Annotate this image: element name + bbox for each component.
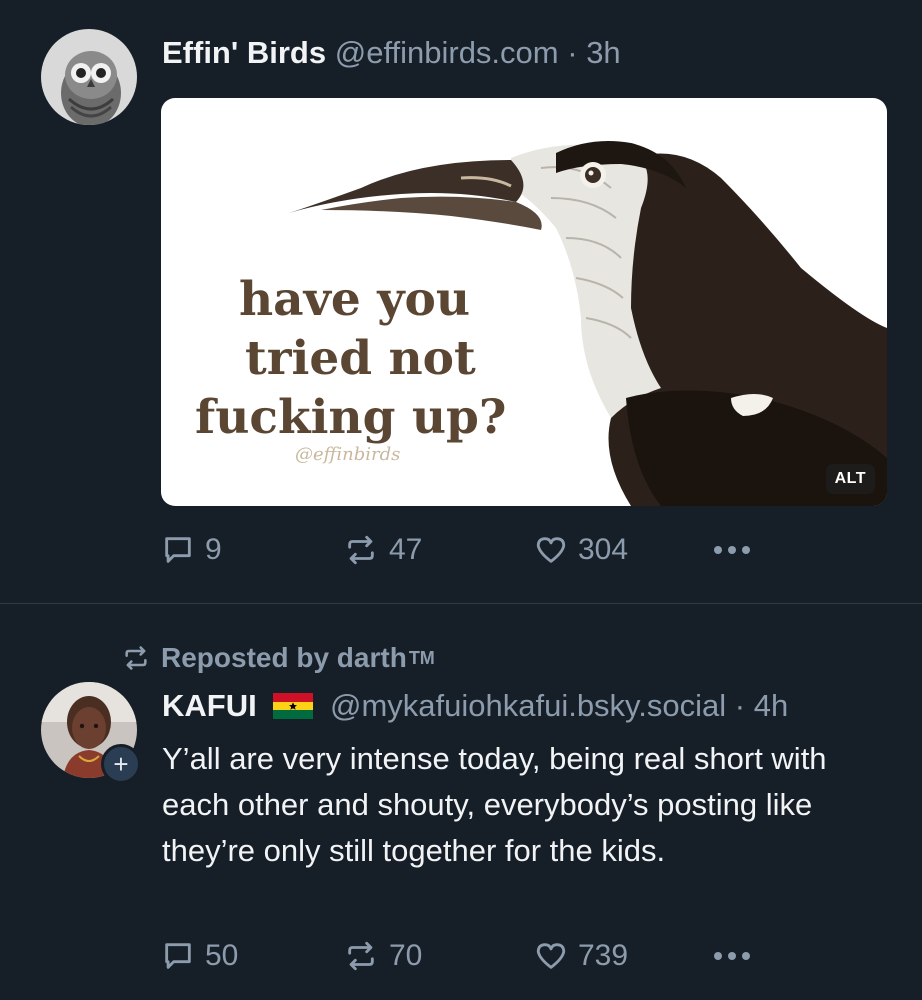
post-header: Effin' Birds @effinbirds.com · 3h — [162, 33, 621, 73]
owl-avatar-icon — [41, 29, 137, 125]
reply-icon — [165, 943, 191, 969]
reposted-by[interactable]: Reposted by darth TM — [121, 640, 435, 676]
post-effinbirds[interactable]: Effin' Birds @effinbirds.com · 3h have y… — [0, 0, 922, 603]
author-name[interactable]: KAFUI — [162, 688, 257, 723]
more-options-button[interactable] — [712, 528, 752, 572]
heart-icon — [536, 943, 566, 969]
reply-count: 9 — [205, 533, 222, 566]
post-time[interactable]: 3h — [586, 35, 620, 70]
ellipsis-icon — [714, 952, 750, 960]
post-actions: 9 47 304 — [161, 528, 881, 572]
post-kafui[interactable]: Reposted by darth TM + KAFUI @mykafuiohk… — [0, 604, 922, 1000]
reply-button[interactable]: 50 — [161, 934, 238, 978]
reply-button[interactable]: 9 — [161, 528, 222, 572]
watermark: @effinbirds — [295, 444, 400, 465]
ghana-flag-icon — [273, 692, 314, 719]
reply-icon — [165, 537, 191, 563]
avatar[interactable] — [41, 29, 137, 125]
repost-icon — [348, 535, 374, 565]
repost-button[interactable]: 70 — [343, 934, 422, 978]
post-actions: 50 70 739 — [161, 934, 881, 978]
like-button[interactable]: 739 — [534, 934, 628, 978]
image-caption: have you tried not fucking up? @effinbir… — [195, 272, 506, 465]
post-image[interactable]: have you tried not fucking up? @effinbir… — [161, 98, 887, 506]
alt-badge[interactable]: ALT — [825, 464, 875, 494]
repost-icon — [125, 646, 147, 670]
trademark-mark: TM — [408, 647, 435, 668]
post-time[interactable]: 4h — [754, 688, 788, 723]
caption-line-1: have you — [239, 272, 470, 327]
post-header: KAFUI @mykafuiohkafui.bsky.social · 4h — [162, 686, 788, 726]
repost-count: 70 — [389, 939, 423, 972]
follow-button[interactable]: + — [101, 744, 141, 784]
author-handle[interactable]: @effinbirds.com — [335, 35, 559, 70]
reposted-by-label: Reposted by darth — [161, 642, 407, 673]
like-count: 739 — [578, 939, 629, 972]
author-name[interactable]: Effin' Birds — [162, 35, 326, 70]
author-handle[interactable]: @mykafuiohkafui.bsky.social — [330, 688, 726, 723]
more-options-button[interactable] — [712, 934, 752, 978]
like-button[interactable]: 304 — [534, 528, 628, 572]
repost-count: 47 — [389, 533, 423, 566]
repost-icon — [348, 941, 374, 971]
post-body-text: Y’all are very intense today, being real… — [162, 741, 827, 868]
caption-line-2: tried not — [245, 331, 476, 386]
separator-dot: · — [567, 35, 578, 70]
reply-count: 50 — [205, 939, 239, 972]
heart-icon — [536, 537, 566, 563]
caption-line-3: fucking up? — [195, 390, 506, 445]
like-count: 304 — [578, 533, 629, 566]
separator-dot: · — [734, 688, 746, 723]
ellipsis-icon — [714, 546, 750, 554]
repost-button[interactable]: 47 — [343, 528, 422, 572]
